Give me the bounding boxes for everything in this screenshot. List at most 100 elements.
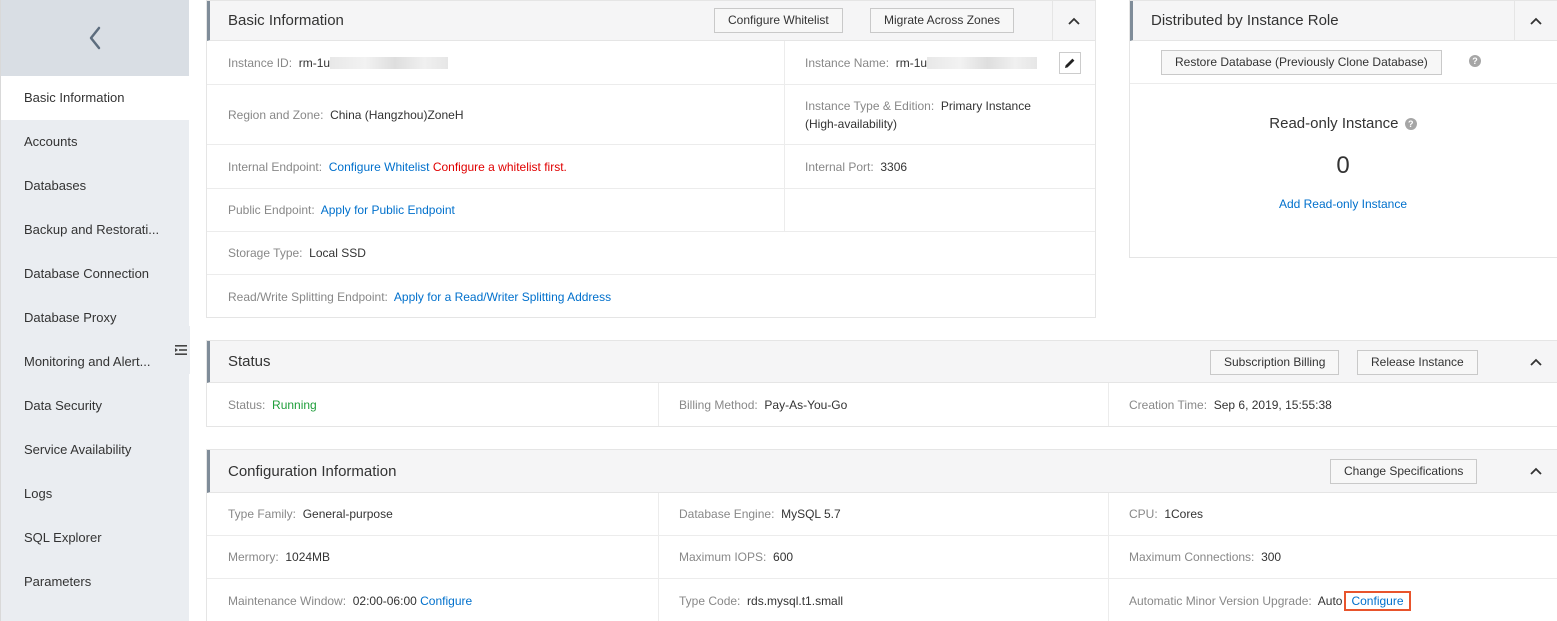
apply-public-endpoint-link[interactable]: Apply for Public Endpoint bbox=[321, 203, 455, 217]
highlight-box: Configure bbox=[1344, 590, 1411, 611]
status-value: Running bbox=[272, 397, 317, 412]
panel-title: Status bbox=[228, 353, 271, 370]
info-row: Storage Type: Local SSD bbox=[207, 232, 1095, 275]
sidebar-collapse-handle[interactable] bbox=[172, 326, 190, 374]
config-row: Mermory: 1024MB Maximum IOPS: 600 Maximu… bbox=[207, 536, 1557, 579]
info-row: Read/Write Splitting Endpoint: Apply for… bbox=[207, 275, 1095, 318]
redacted-mask bbox=[927, 57, 1038, 70]
sidebar-item-sql-explorer[interactable]: SQL Explorer bbox=[1, 516, 189, 560]
instance-type-value: Primary Instance bbox=[940, 98, 1031, 113]
status-label: Status: bbox=[228, 397, 266, 412]
instance-role-panel: Distributed by Instance Role Restore Dat… bbox=[1129, 0, 1557, 258]
migrate-across-zones-button[interactable]: Migrate Across Zones bbox=[870, 8, 1015, 33]
basic-information-header: Basic Information Configure Whitelist Mi… bbox=[207, 1, 1095, 41]
readonly-count: 0 bbox=[1336, 152, 1350, 179]
max-connections-value: 300 bbox=[1261, 550, 1282, 564]
instance-id-label: Instance ID: bbox=[228, 55, 293, 70]
info-row: Instance ID: rm-1u Instance Name: rm-1u bbox=[207, 41, 1095, 85]
chevron-up-icon bbox=[1529, 467, 1542, 475]
sidebar: Basic Information Accounts Databases Bac… bbox=[0, 0, 189, 621]
instance-role-header: Distributed by Instance Role bbox=[1130, 1, 1557, 41]
auto-upgrade-value: Auto bbox=[1317, 593, 1343, 608]
sidebar-item-accounts[interactable]: Accounts bbox=[1, 120, 189, 164]
readonly-instance-label: Read-only Instance bbox=[1269, 115, 1399, 132]
restore-database-button[interactable]: Restore Database (Previously Clone Datab… bbox=[1161, 50, 1442, 75]
configure-whitelist-button[interactable]: Configure Whitelist bbox=[714, 8, 843, 33]
storage-type-value: Local SSD bbox=[309, 246, 366, 260]
config-row: Type Family: General-purpose Database En… bbox=[207, 493, 1557, 536]
back-button[interactable] bbox=[1, 0, 189, 76]
help-icon[interactable]: ? bbox=[1404, 118, 1417, 131]
memory-label: Mermory: bbox=[228, 550, 279, 564]
sidebar-item-data-security[interactable]: Data Security bbox=[1, 384, 189, 428]
sidebar-item-backup-restoration[interactable]: Backup and Restorati... bbox=[1, 208, 189, 252]
instance-type-label: Instance Type & Edition: bbox=[805, 98, 935, 113]
status-row: Status: Running Billing Method: Pay-As-Y… bbox=[207, 383, 1557, 426]
configuration-panel: Configuration Information Change Specifi… bbox=[206, 449, 1557, 621]
collapse-toggle[interactable] bbox=[1052, 1, 1095, 40]
type-family-value: General-purpose bbox=[302, 507, 393, 521]
status-panel: Status Subscription Billing Release Inst… bbox=[206, 340, 1557, 427]
internal-port-value: 3306 bbox=[880, 159, 908, 174]
storage-type-label: Storage Type: bbox=[228, 246, 303, 260]
type-code-label: Type Code: bbox=[679, 593, 741, 608]
sidebar-item-parameters[interactable]: Parameters bbox=[1, 560, 189, 604]
basic-information-panel: Basic Information Configure Whitelist Mi… bbox=[206, 0, 1096, 318]
change-specifications-button[interactable]: Change Specifications bbox=[1330, 459, 1478, 484]
whitelist-warning: Configure a whitelist first. bbox=[432, 159, 567, 174]
apply-rw-splitting-link[interactable]: Apply for a Read/Writer Splitting Addres… bbox=[394, 290, 611, 304]
panel-title: Configuration Information bbox=[228, 463, 397, 480]
pencil-icon bbox=[1065, 58, 1075, 68]
auto-upgrade-label: Automatic Minor Version Upgrade: bbox=[1129, 593, 1312, 608]
max-connections-label: Maximum Connections: bbox=[1129, 550, 1255, 564]
region-value: China (Hangzhou)ZoneH bbox=[330, 107, 464, 122]
max-iops-value: 600 bbox=[773, 550, 794, 564]
collapse-toggle[interactable] bbox=[1514, 450, 1557, 492]
sidebar-item-databases[interactable]: Databases bbox=[1, 164, 189, 208]
cpu-label: CPU: bbox=[1129, 507, 1158, 521]
max-iops-label: Maximum IOPS: bbox=[679, 550, 767, 564]
maintenance-window-value: 02:00-06:00 bbox=[352, 593, 417, 608]
help-icon[interactable]: ? bbox=[1469, 55, 1481, 67]
redacted-mask bbox=[330, 57, 449, 70]
release-instance-button[interactable]: Release Instance bbox=[1357, 350, 1478, 375]
configure-auto-upgrade-link[interactable]: Configure bbox=[1351, 594, 1403, 608]
divider bbox=[1130, 83, 1557, 84]
creation-time-label: Creation Time: bbox=[1129, 397, 1208, 412]
instance-type-edition: (High-availability) bbox=[805, 116, 898, 131]
sidebar-item-database-proxy[interactable]: Database Proxy bbox=[1, 296, 189, 340]
billing-method-value: Pay-As-You-Go bbox=[764, 397, 848, 412]
sidebar-item-database-connection[interactable]: Database Connection bbox=[1, 252, 189, 296]
chevron-up-icon bbox=[1068, 17, 1080, 25]
status-header: Status Subscription Billing Release Inst… bbox=[207, 341, 1557, 383]
sidebar-item-service-availability[interactable]: Service Availability bbox=[1, 428, 189, 472]
type-code-value: rds.mysql.t1.small bbox=[747, 593, 844, 608]
add-readonly-instance-link[interactable]: Add Read-only Instance bbox=[1279, 197, 1407, 211]
edit-name-button[interactable] bbox=[1059, 51, 1081, 74]
collapse-toggle[interactable] bbox=[1514, 1, 1557, 40]
add-readonly-link-wrap: Add Read-only Instance bbox=[1130, 197, 1556, 211]
memory-value: 1024MB bbox=[285, 550, 331, 564]
cpu-value: 1Cores bbox=[1164, 507, 1204, 521]
internal-endpoint-label: Internal Endpoint: bbox=[228, 159, 323, 174]
collapse-toggle[interactable] bbox=[1514, 341, 1557, 382]
chevron-left-icon bbox=[89, 26, 101, 50]
instance-name-label: Instance Name: bbox=[805, 55, 890, 70]
info-row: Internal Endpoint: Configure Whitelist C… bbox=[207, 145, 1095, 189]
maintenance-window-label: Maintenance Window: bbox=[228, 593, 347, 608]
chevron-up-icon bbox=[1529, 358, 1542, 366]
sidebar-item-logs[interactable]: Logs bbox=[1, 472, 189, 516]
billing-method-label: Billing Method: bbox=[679, 397, 758, 412]
menu-collapse-icon bbox=[175, 345, 187, 355]
readonly-label-row: Read-only Instance ? bbox=[1130, 115, 1556, 132]
configure-maintenance-link[interactable]: Configure bbox=[420, 594, 472, 608]
subscription-billing-button[interactable]: Subscription Billing bbox=[1210, 350, 1340, 375]
creation-time-value: Sep 6, 2019, 15:55:38 bbox=[1213, 397, 1332, 412]
config-row: Maintenance Window: 02:00-06:00 Configur… bbox=[207, 579, 1557, 621]
internal-port-label: Internal Port: bbox=[805, 159, 874, 174]
sidebar-item-basic-information[interactable]: Basic Information bbox=[1, 76, 189, 120]
instance-name-value: rm-1u bbox=[895, 55, 928, 70]
panel-title: Distributed by Instance Role bbox=[1151, 12, 1339, 29]
sidebar-item-monitoring-alerts[interactable]: Monitoring and Alert... bbox=[1, 340, 189, 384]
configure-whitelist-link[interactable]: Configure Whitelist bbox=[329, 160, 430, 174]
